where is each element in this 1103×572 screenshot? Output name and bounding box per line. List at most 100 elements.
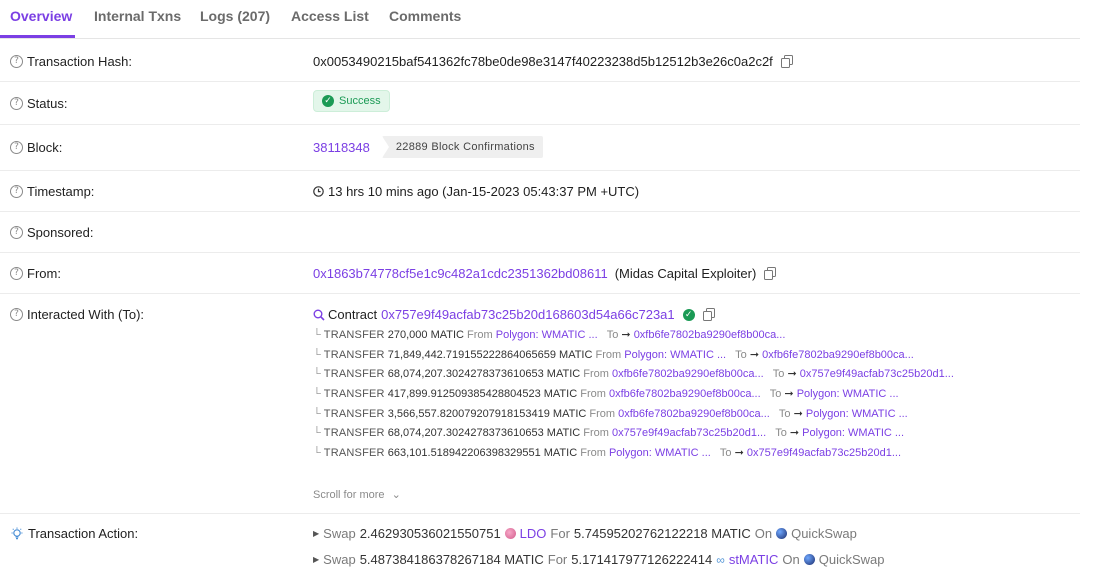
transfer-to-link[interactable]: 0xfb6fe7802ba9290ef8b00ca...	[762, 349, 914, 361]
from-label: From:	[27, 266, 61, 281]
transfer-amount: 68,074,207.3024278373610653 MATIC	[387, 427, 581, 440]
help-icon[interactable]: ?	[10, 308, 23, 321]
ldo-token-icon	[504, 528, 516, 539]
transfer-from-link[interactable]: Polygon: WMATIC ...	[624, 349, 726, 361]
tab-overview[interactable]: Overview	[10, 8, 72, 24]
tree-branch-icon: └	[313, 407, 321, 420]
transfer-kind: TRANSFER	[323, 407, 385, 420]
transfer-from-link[interactable]: 0x757e9f49acfab73c25b20d1...	[612, 427, 766, 439]
to-word: To	[772, 368, 785, 381]
transfer-from-link[interactable]: Polygon: WMATIC ...	[609, 447, 711, 459]
transfer-from-link[interactable]: 0xfb6fe7802ba9290ef8b00ca...	[618, 408, 770, 420]
transfer-to-link[interactable]: Polygon: WMATIC ...	[806, 408, 908, 420]
token-link-stmatic[interactable]: stMATIC	[729, 552, 779, 567]
transaction-hash-label: Transaction Hash:	[27, 54, 133, 69]
transfer-kind: TRANSFER	[323, 447, 385, 460]
clock-icon	[313, 186, 324, 197]
to-word: To	[735, 348, 747, 361]
arrow-right-icon: ➞	[784, 388, 794, 401]
scroll-for-more[interactable]: Scroll for more ⌄	[313, 488, 401, 501]
tree-branch-icon: └	[313, 329, 321, 341]
help-icon[interactable]: ?	[10, 226, 23, 239]
action-amount-2: 5.171417977126222414	[571, 552, 713, 567]
action-on: On	[782, 552, 800, 567]
stmatic-token-icon: ∞	[716, 552, 725, 567]
row-timestamp: ? Timestamp: 13 hrs 10 mins ago (Jan-15-…	[0, 170, 1080, 212]
transaction-action-label-group: Transaction Action:	[10, 526, 138, 541]
transfer-amount: 270,000 MATIC	[387, 329, 464, 341]
caret-right-icon: ▶	[313, 529, 320, 538]
help-icon[interactable]: ?	[10, 97, 23, 110]
help-icon[interactable]: ?	[10, 55, 23, 68]
dex-name[interactable]: QuickSwap	[791, 526, 857, 541]
scroll-for-more-label: Scroll for more	[313, 489, 385, 501]
transfer-from-link[interactable]: 0xfb6fe7802ba9290ef8b00ca...	[612, 368, 764, 380]
row-sponsored: ? Sponsored:	[0, 211, 1080, 253]
transfer-row: └ TRANSFER 417,899.912509385428804523 MAT…	[313, 387, 954, 407]
from-address-link[interactable]: 0x1863b74778cf5e1c9c482a1cdc2351362bd086…	[313, 266, 608, 281]
transfer-kind: TRANSFER	[323, 388, 385, 401]
help-icon[interactable]: ?	[10, 185, 23, 198]
copy-icon[interactable]	[702, 308, 715, 321]
tab-access-list[interactable]: Access List	[291, 8, 369, 24]
transfer-list: └ TRANSFER 270,000 MATIC From Polygon: WM…	[313, 328, 954, 466]
transfer-amount: 71,849,442.719155222864065659 MATIC	[387, 348, 593, 361]
from-word: From	[467, 329, 493, 341]
transfer-to-link[interactable]: Polygon: WMATIC ...	[802, 427, 904, 439]
action-amount: 5.487384186378267184 MATIC	[359, 552, 544, 567]
transfer-kind: TRANSFER	[323, 368, 385, 381]
tree-branch-icon: └	[313, 348, 321, 361]
action-line: ▶ Swap 2.462930536021550751 LDO For 5.74…	[313, 526, 857, 541]
caret-right-icon: ▶	[313, 555, 320, 564]
copy-icon[interactable]	[780, 55, 793, 68]
help-icon[interactable]: ?	[10, 267, 23, 280]
transfer-kind: TRANSFER	[323, 329, 385, 341]
help-icon[interactable]: ?	[10, 141, 23, 154]
token-link-ldo[interactable]: LDO	[520, 526, 547, 541]
tab-internal-txns[interactable]: Internal Txns	[94, 8, 181, 24]
from-word: From	[595, 348, 622, 361]
transfer-to-link[interactable]: 0xfb6fe7802ba9290ef8b00ca...	[634, 329, 786, 341]
transaction-hash-value: 0x0053490215baf541362fc78be0de98e3147f40…	[313, 54, 773, 69]
block-number-link[interactable]: 38118348	[313, 140, 370, 155]
copy-icon[interactable]	[764, 267, 777, 280]
transfer-to-link[interactable]: 0x757e9f49acfab73c25b20d1...	[747, 447, 901, 459]
tab-bar: Overview Internal Txns Logs (207) Access…	[0, 0, 1080, 39]
row-transaction-hash: ? Transaction Hash: 0x0053490215baf54136…	[0, 40, 1080, 82]
arrow-right-icon: ➞	[734, 447, 744, 460]
transfer-kind: TRANSFER	[323, 427, 385, 440]
transfer-row: └ TRANSFER 68,074,207.3024278373610653 MA…	[313, 426, 954, 446]
active-tab-indicator	[0, 35, 75, 38]
transfer-row: └ TRANSFER 270,000 MATIC From Polygon: WM…	[313, 328, 954, 348]
transfer-row: └ TRANSFER 71,849,442.719155222864065659 …	[313, 348, 954, 368]
row-block: ? Block: 38118348 22889 Block Confirmati…	[0, 124, 1080, 171]
contract-address-link[interactable]: 0x757e9f49acfab73c25b20d168603d54a66c723…	[381, 307, 675, 322]
transfer-from-link[interactable]: 0xfb6fe7802ba9290ef8b00ca...	[609, 388, 761, 400]
from-word: From	[580, 447, 606, 460]
contract-prefix: Contract	[328, 307, 378, 322]
transfer-from-link[interactable]: Polygon: WMATIC ...	[496, 329, 598, 341]
tab-logs[interactable]: Logs (207)	[200, 8, 270, 24]
transfer-to-link[interactable]: 0x757e9f49acfab73c25b20d1...	[800, 368, 954, 380]
transfer-amount: 3,566,557.820079207918153419 MATIC	[387, 407, 587, 420]
transfer-amount: 417,899.912509385428804523 MATIC	[387, 388, 578, 401]
from-word: From	[583, 427, 609, 440]
quickswap-icon	[803, 554, 815, 565]
transfer-row: └ TRANSFER 68,074,207.3024278373610653 MA…	[313, 367, 954, 387]
row-status: ? Status: ✓ Success	[0, 81, 1080, 125]
to-word: To	[778, 407, 791, 420]
lightbulb-icon	[11, 527, 23, 539]
tab-comments[interactable]: Comments	[389, 8, 461, 24]
from-address-name: (Midas Capital Exploiter)	[614, 266, 757, 281]
action-for: For	[550, 526, 570, 541]
dex-name[interactable]: QuickSwap	[819, 552, 885, 567]
sponsored-label: Sponsored:	[27, 225, 94, 240]
from-word: From	[580, 388, 606, 401]
transfer-to-link[interactable]: Polygon: WMATIC ...	[797, 388, 899, 400]
from-word: From	[589, 407, 616, 420]
action-on: On	[754, 526, 773, 541]
transfer-kind: TRANSFER	[323, 348, 385, 361]
arrow-right-icon: ➞	[787, 368, 797, 381]
contract-search-icon	[313, 309, 325, 321]
action-verb: Swap	[323, 552, 356, 567]
